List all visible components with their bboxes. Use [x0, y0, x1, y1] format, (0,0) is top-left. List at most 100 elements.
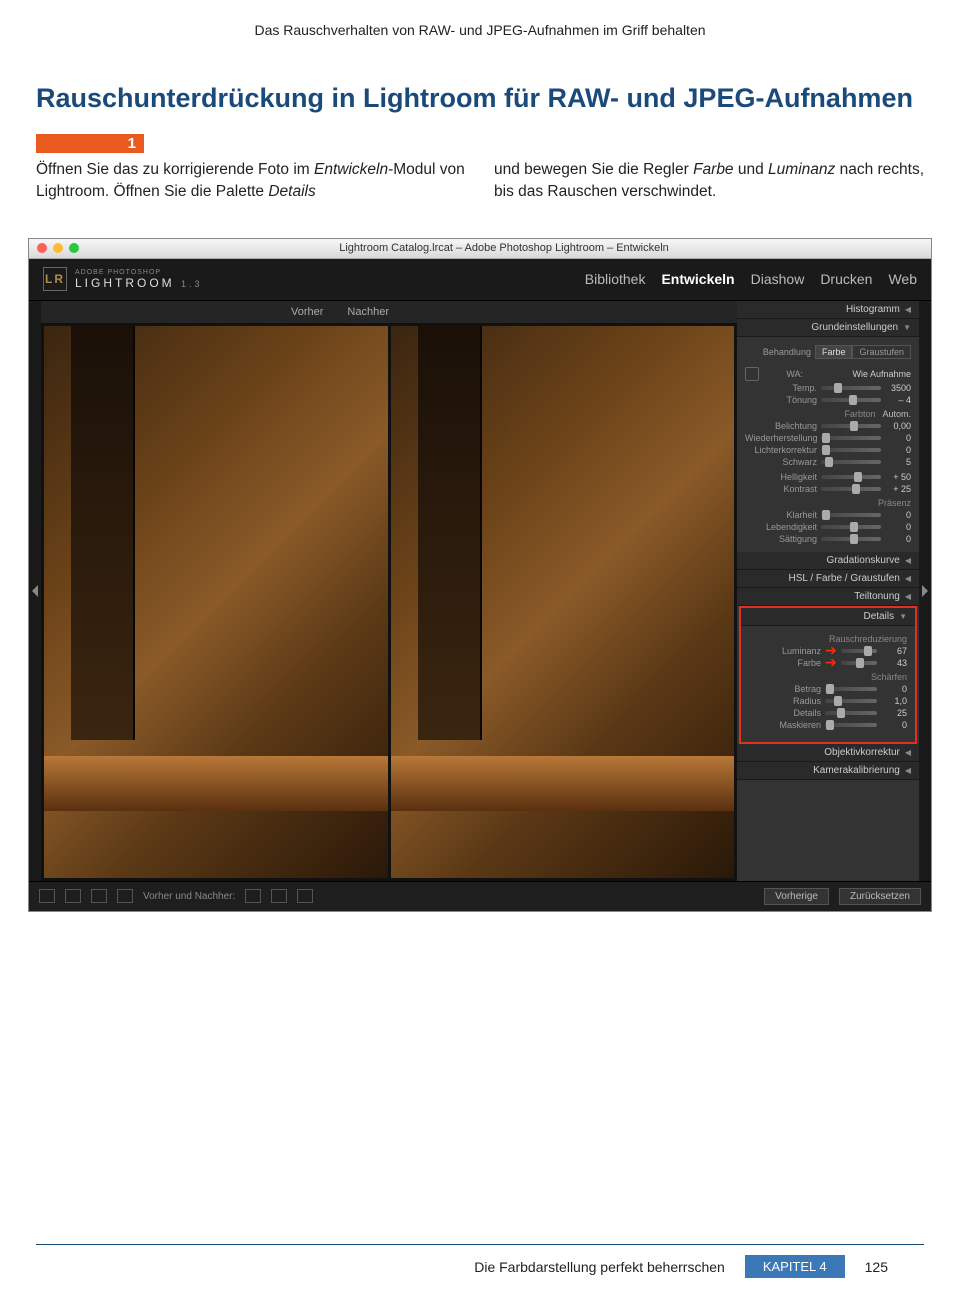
footer-chapter: KAPITEL 4: [745, 1255, 845, 1278]
seg-graustufen[interactable]: Graustufen: [852, 345, 911, 359]
slider-betrag[interactable]: [825, 687, 877, 691]
logo-overline: ADOBE PHOTOSHOP: [75, 269, 203, 276]
slider-schwarz[interactable]: [821, 460, 881, 464]
lightroom-toolbar: Vorher und Nachher: Vorherige Zurücksetz…: [29, 881, 931, 911]
seg-farbe[interactable]: Farbe: [815, 345, 853, 359]
minimize-icon[interactable]: [53, 243, 63, 253]
view-mode-icon[interactable]: [117, 889, 133, 903]
compare-mode-icon[interactable]: [271, 889, 287, 903]
val-lichter: 0: [885, 445, 911, 455]
slider-saettigung[interactable]: [821, 537, 881, 541]
panel-label: Objektivkorrektur: [824, 747, 900, 758]
body-text-span: und: [734, 161, 768, 178]
before-after-labels: Vorher Nachher: [41, 301, 737, 323]
slider-belichtung[interactable]: [821, 424, 881, 428]
nav-entwickeln[interactable]: Entwickeln: [661, 271, 734, 287]
btn-zuruecksetzen[interactable]: Zurücksetzen: [839, 888, 921, 905]
label-helligkeit: Helligkeit: [745, 472, 817, 482]
panel-objektivkorrektur[interactable]: Objektivkorrektur◀: [737, 744, 919, 762]
val-farbe: 43: [881, 658, 907, 668]
val-betrag: 0: [881, 684, 907, 694]
slider-maskieren[interactable]: [825, 723, 877, 727]
val-details: 25: [881, 708, 907, 718]
panel-teiltonung[interactable]: Teiltonung ◀: [737, 588, 919, 606]
left-panel-toggle[interactable]: [29, 301, 41, 881]
window-title: Lightroom Catalog.lrcat – Adobe Photosho…: [85, 242, 923, 254]
slider-lebendigkeit[interactable]: [821, 525, 881, 529]
lightroom-header: LR ADOBE PHOTOSHOP LIGHTROOM 1.3 Bibliot…: [29, 259, 931, 301]
photo-before: [44, 326, 388, 878]
panel-details[interactable]: Details▼: [741, 608, 915, 626]
chevron-left-icon: ◀: [905, 556, 911, 565]
slider-tonung[interactable]: [821, 398, 881, 402]
footer-text: Die Farbdarstellung perfekt beherrschen: [474, 1259, 725, 1275]
chevron-left-icon: ◀: [905, 592, 911, 601]
label-wiederherstellung: Wiederherstellung: [745, 433, 817, 443]
close-icon[interactable]: [37, 243, 47, 253]
footer-page-number: 125: [865, 1259, 888, 1275]
label-klarheit: Klarheit: [745, 510, 817, 520]
label-saettigung: Sättigung: [745, 534, 817, 544]
val-lebendigkeit: 0: [885, 522, 911, 532]
treatment-seg[interactable]: FarbeGraustufen: [815, 345, 911, 359]
val-maskieren: 0: [881, 720, 907, 730]
slider-temp[interactable]: [821, 386, 881, 390]
compare-mode-icon[interactable]: [297, 889, 313, 903]
label-tonung: Tönung: [745, 395, 817, 405]
body-text: Öffnen Sie das zu korrigierende Foto im …: [0, 159, 960, 204]
slider-helligkeit[interactable]: [821, 475, 881, 479]
val-radius: 1,0: [881, 696, 907, 706]
wa-value[interactable]: Wie Aufnahme: [807, 369, 911, 379]
nav-web[interactable]: Web: [888, 271, 917, 287]
zoom-icon[interactable]: [69, 243, 79, 253]
btn-vorherige[interactable]: Vorherige: [764, 888, 829, 905]
photo-after: [391, 326, 735, 878]
val-belichtung: 0,00: [885, 421, 911, 431]
lightroom-logo: LR ADOBE PHOTOSHOP LIGHTROOM 1.3: [43, 267, 203, 291]
label-kontrast: Kontrast: [745, 484, 817, 494]
details-highlight-box: Details▼ Rauschreduzierung Luminanz➔67 F…: [739, 606, 917, 744]
val-klarheit: 0: [885, 510, 911, 520]
section-schaerfen: Schärfen: [749, 672, 907, 682]
btn-autom[interactable]: Autom.: [882, 409, 911, 419]
slider-radius[interactable]: [825, 699, 877, 703]
label-luminanz: Luminanz: [749, 646, 821, 656]
nav-bibliothek[interactable]: Bibliothek: [585, 271, 646, 287]
panel-hsl[interactable]: HSL / Farbe / Graustufen◀: [737, 570, 919, 588]
chevron-left-icon: ◀: [905, 574, 911, 583]
slider-farbe[interactable]: [841, 661, 877, 665]
nav-drucken[interactable]: Drucken: [820, 271, 872, 287]
label-lebendigkeit: Lebendigkeit: [745, 522, 817, 532]
val-schwarz: 5: [885, 457, 911, 467]
panel-gradationskurve[interactable]: Gradationskurve◀: [737, 552, 919, 570]
slider-wiederherstellung[interactable]: [821, 436, 881, 440]
lr-logo-box: LR: [43, 267, 67, 291]
val-saettigung: 0: [885, 534, 911, 544]
body-text-em: Details: [268, 183, 315, 200]
right-panel-toggle[interactable]: [919, 301, 931, 881]
panel-kamerakalibrierung[interactable]: Kamerakalibrierung◀: [737, 762, 919, 780]
slider-kontrast[interactable]: [821, 487, 881, 491]
slider-klarheit[interactable]: [821, 513, 881, 517]
compare-mode-icon[interactable]: [245, 889, 261, 903]
panel-label: Grundeinstellungen: [811, 322, 898, 333]
section-praesenz: Präsenz: [745, 498, 911, 508]
nav-diashow[interactable]: Diashow: [751, 271, 805, 287]
panel-label: Teiltonung: [854, 591, 900, 602]
panel-grundeinstellungen[interactable]: Grundeinstellungen▼: [737, 319, 919, 337]
panel-label: Kamerakalibrierung: [813, 765, 900, 776]
photo-compare-area[interactable]: [41, 323, 737, 881]
slider-details[interactable]: [825, 711, 877, 715]
view-mode-icon[interactable]: [91, 889, 107, 903]
body-text-em: Entwickeln: [314, 161, 388, 178]
chevron-left-icon: ◀: [905, 305, 911, 314]
view-mode-icon[interactable]: [65, 889, 81, 903]
label-wa: WA:: [763, 369, 803, 379]
view-mode-icon[interactable]: [39, 889, 55, 903]
lightroom-screenshot: Lightroom Catalog.lrcat – Adobe Photosho…: [28, 238, 932, 912]
eyedropper-icon[interactable]: [745, 367, 759, 381]
slider-luminanz[interactable]: [841, 649, 877, 653]
val-wiederherstellung: 0: [885, 433, 911, 443]
panel-histogramm[interactable]: Histogramm◀: [737, 301, 919, 319]
slider-lichter[interactable]: [821, 448, 881, 452]
